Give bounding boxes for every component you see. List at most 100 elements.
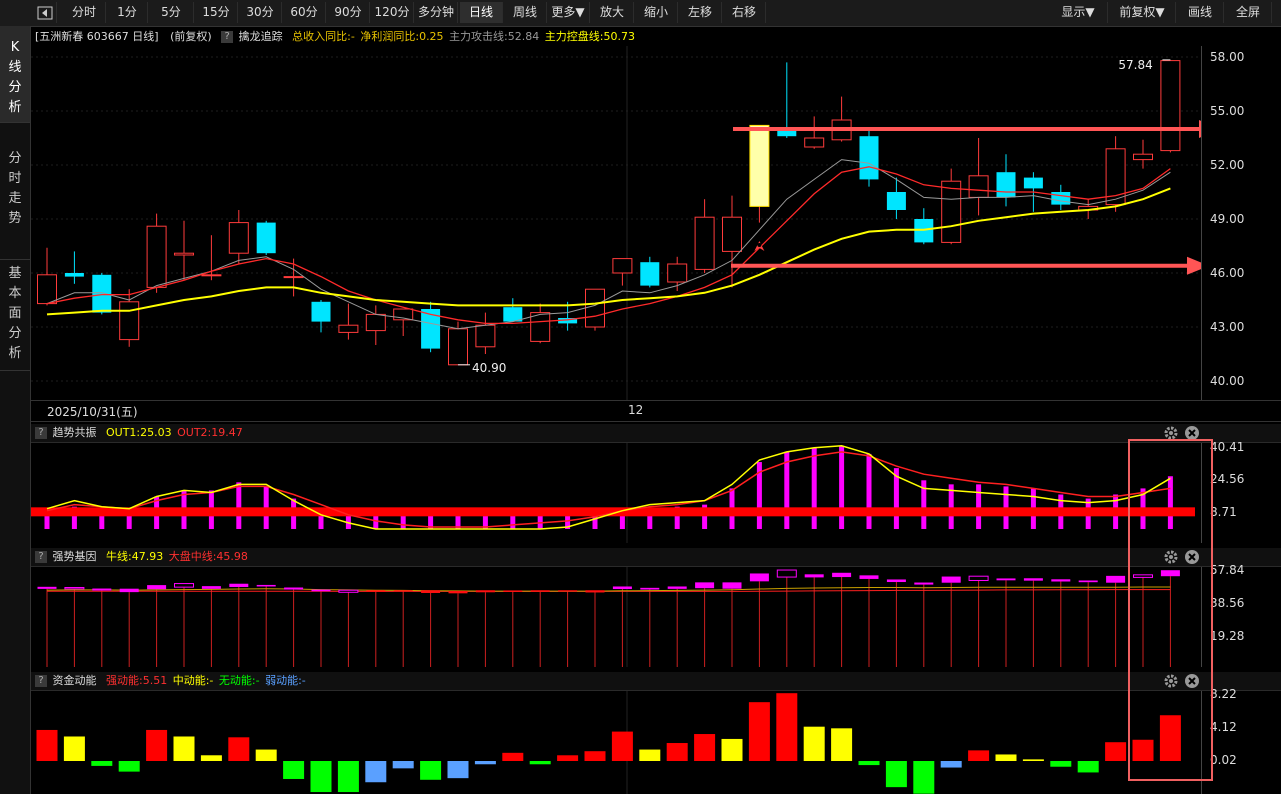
strength-tick: 38.56 (1210, 596, 1245, 610)
display-dropdown[interactable]: 显示▼ (1049, 2, 1108, 23)
period-tab-120min[interactable]: 120分 (371, 2, 414, 23)
period-tab-1min[interactable]: 1分 (107, 2, 148, 23)
candle-body (283, 276, 304, 279)
momentum-bar (447, 761, 469, 779)
indicator-value: 总收入同比:- (292, 30, 355, 43)
strength-box (695, 582, 715, 589)
price-tick: 52.00 (1210, 158, 1245, 172)
nav-kline-analysis[interactable]: K线分析 (0, 26, 30, 123)
strength-axis (1201, 567, 1281, 667)
more-periods-dropdown[interactable]: 更多▼ (547, 2, 590, 23)
trend-bar (784, 451, 790, 529)
momentum-bar (803, 726, 825, 761)
period-tab-weekly[interactable]: 周线 (504, 2, 547, 23)
fullscreen-button[interactable]: 全屏 (1225, 2, 1272, 23)
date-label: 2025/10/31(五) (47, 405, 138, 419)
momentum-bar (858, 761, 880, 766)
period-tab-daily[interactable]: 日线 (460, 2, 503, 23)
low-price-label: 40.90 (472, 361, 506, 375)
strength-box (37, 586, 57, 589)
strength-box (667, 586, 687, 589)
candle-body (448, 328, 468, 366)
momentum-bar (1105, 742, 1127, 761)
momentum-bar (392, 761, 414, 769)
period-tab-fenshi[interactable]: 分时 (63, 2, 106, 23)
momentum-bar (1077, 761, 1099, 773)
trend-tick: 40.41 (1210, 440, 1245, 454)
move-left-button[interactable]: 左移 (679, 2, 722, 23)
candle-body (585, 288, 605, 328)
strength-box (64, 587, 85, 590)
momentum-bar (63, 736, 85, 761)
move-right-button[interactable]: 右移 (723, 2, 766, 23)
strength-box (448, 590, 468, 594)
high-price-label: 57.84 (1118, 58, 1152, 72)
nav-fundamentals[interactable]: 基本面分析 (0, 260, 30, 371)
adjust-dropdown[interactable]: 前复权▼ (1109, 2, 1176, 23)
help-icon[interactable]: ? (35, 675, 47, 687)
strength-box (612, 586, 632, 590)
period-tab-5min[interactable]: 5分 (149, 2, 194, 23)
candle-body (667, 263, 688, 283)
nav-label: 基本面分析 (8, 266, 22, 361)
panel-trend-header: ? 趋势共振 OUT1:25.03 OUT2:19.47 (31, 424, 1281, 443)
momentum-bar (913, 761, 935, 794)
strength-box (174, 583, 194, 588)
momentum-bar (365, 761, 387, 783)
strength-box (338, 589, 359, 593)
strength-box (311, 589, 331, 592)
strength-box (147, 585, 167, 590)
candlestick-chart[interactable]: 57.84 40.90 (31, 46, 1201, 400)
candle-body (311, 301, 331, 322)
strength-box (284, 587, 304, 590)
collapse-left-icon[interactable] (34, 2, 57, 23)
candle-body (694, 216, 715, 270)
period-tab-30min[interactable]: 30分 (239, 2, 282, 23)
strength-box (832, 572, 852, 578)
strength-box (1106, 575, 1126, 583)
momentum-bar (885, 761, 907, 788)
candle-body (612, 258, 633, 274)
strength-box (968, 575, 989, 581)
momentum-bar (557, 755, 579, 761)
nav-label: 分时走势 (8, 151, 22, 226)
price-tick: 58.00 (1210, 50, 1245, 64)
rocket-icon-window (757, 243, 762, 247)
period-tab-90min[interactable]: 90分 (327, 2, 370, 23)
zoom-in-button[interactable]: 放大 (591, 2, 634, 23)
indicator-value: 主力攻击线:52.84 (449, 30, 540, 43)
indicator-value: 中动能:- (172, 674, 214, 687)
candle-body (338, 324, 359, 333)
out1-line (46, 445, 1171, 530)
momentum-bar (474, 761, 496, 765)
trend-resonance-chart (31, 443, 1195, 543)
period-tab-multi-min[interactable]: 多分钟 (415, 2, 458, 23)
stock-title: [五洲新春 603667 日线] (35, 30, 159, 43)
momentum-bar (584, 751, 606, 761)
adjust-label: (前复权) (170, 30, 212, 43)
price-tick: 46.00 (1210, 266, 1245, 280)
period-tab-15min[interactable]: 15分 (195, 2, 238, 23)
momentum-bar (502, 752, 524, 761)
strength-box (776, 569, 797, 578)
period-tab-60min[interactable]: 60分 (283, 2, 326, 23)
nav-intraday[interactable]: 分时走势 (0, 123, 30, 260)
zoom-out-button[interactable]: 缩小 (635, 2, 678, 23)
help-icon[interactable]: ? (35, 427, 47, 439)
momentum-bar (776, 693, 798, 761)
momentum-bar (666, 743, 688, 761)
trend-bar (811, 447, 817, 529)
trend-tick: 24.56 (1210, 472, 1245, 486)
help-icon[interactable]: ? (221, 31, 234, 43)
candle-body (968, 175, 989, 198)
indicator-value: OUT2:19.47 (177, 426, 243, 439)
strength-box (886, 579, 906, 583)
strength-box (804, 574, 824, 578)
candle-body (722, 216, 742, 252)
help-icon[interactable]: ? (35, 551, 47, 563)
candle-body (119, 301, 140, 341)
capital-tick: 8.22 (1210, 687, 1237, 701)
indicator-value: OUT1:25.03 (106, 426, 172, 439)
candle-body (64, 273, 84, 277)
draw-button[interactable]: 画线 (1177, 2, 1224, 23)
